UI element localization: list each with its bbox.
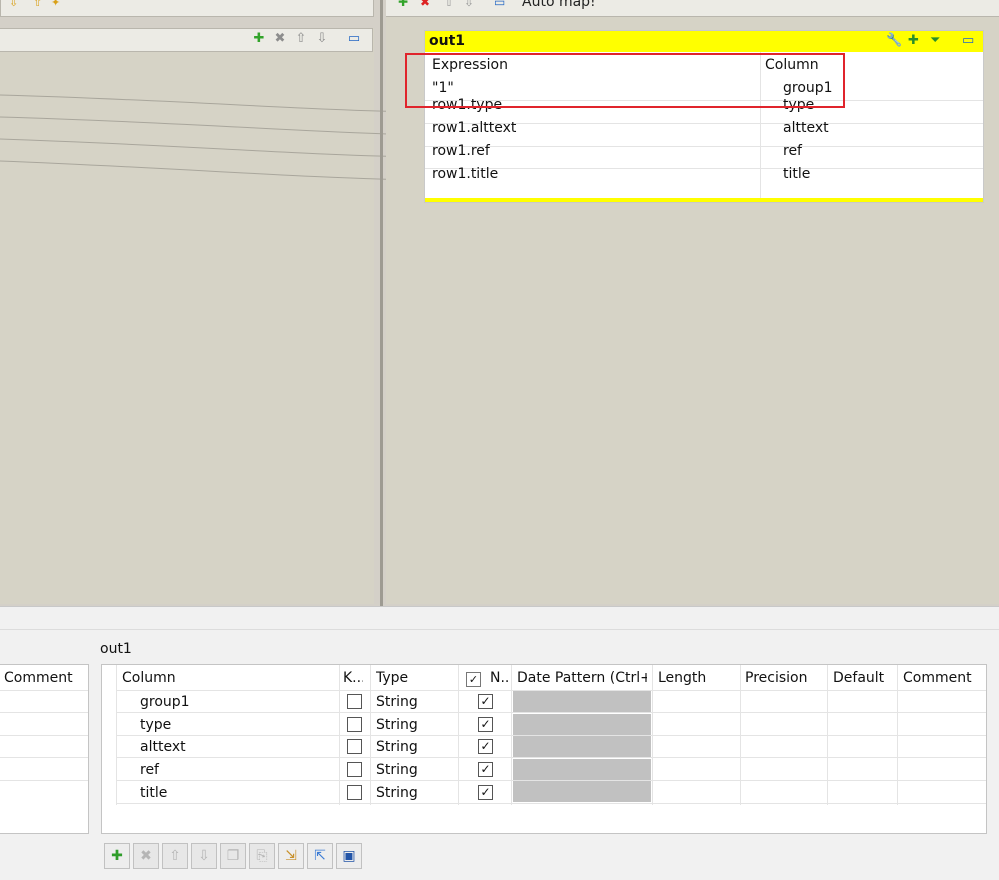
row-divider xyxy=(116,757,986,758)
input-schema-table: Comment xyxy=(0,664,89,834)
date-pattern-cell xyxy=(513,691,651,712)
filter-icon[interactable]: ⏷ xyxy=(930,33,940,49)
expression-cell[interactable]: row1.ref xyxy=(432,143,490,159)
delete-icon[interactable]: ✖ xyxy=(420,0,430,9)
move-down-icon[interactable]: ⇩ xyxy=(464,0,474,9)
add-icon[interactable]: ✚ xyxy=(398,0,408,9)
row-divider xyxy=(0,690,88,691)
mapping-line xyxy=(0,94,421,113)
panel-splitter[interactable] xyxy=(380,0,383,606)
nullable-checkbox[interactable]: ✓ xyxy=(478,739,493,754)
comment-header: Comment xyxy=(4,670,73,686)
output-table-title-bar: out1 🔧 ✚ ⏷ ▭ xyxy=(425,31,983,52)
paste-icon[interactable]: ⎘ xyxy=(249,843,275,869)
key-checkbox[interactable] xyxy=(347,717,362,732)
table-row[interactable]: row1.title title xyxy=(425,166,983,191)
type-cell[interactable]: String xyxy=(376,717,418,733)
schema-title: out1 xyxy=(100,641,132,657)
nullable-checkbox[interactable]: ✓ xyxy=(478,717,493,732)
minimize-icon[interactable]: ▭ xyxy=(962,33,974,49)
move-up-icon[interactable]: ⇧ xyxy=(444,0,454,9)
table-row[interactable]: row1.alttext alttext xyxy=(425,120,983,147)
type-cell[interactable]: String xyxy=(376,739,418,755)
output-table-title: out1 xyxy=(429,33,466,49)
output-table-footer xyxy=(425,198,983,202)
date-pattern-cell xyxy=(513,759,651,780)
row-divider xyxy=(116,712,986,713)
column-name-cell[interactable]: ref xyxy=(140,762,159,778)
column-cell[interactable]: alttext xyxy=(783,120,829,136)
expression-cell[interactable]: row1.alttext xyxy=(432,120,516,136)
type-cell[interactable]: String xyxy=(376,762,418,778)
copy-icon[interactable]: ❐ xyxy=(220,843,246,869)
row-divider xyxy=(0,735,88,736)
add-output-icon[interactable]: ✚ xyxy=(908,33,919,49)
column-name-cell[interactable]: group1 xyxy=(140,694,190,710)
precision-header[interactable]: Precision xyxy=(745,670,807,686)
row-divider xyxy=(0,757,88,758)
mapping-line xyxy=(0,116,421,136)
delete-icon[interactable]: ✖ xyxy=(133,843,159,869)
comment-header[interactable]: Comment xyxy=(903,670,972,686)
auto-map-button[interactable]: Auto map! xyxy=(522,0,596,10)
minimize-icon[interactable]: ▭ xyxy=(494,0,505,9)
key-checkbox[interactable] xyxy=(347,739,362,754)
date-pattern-cell xyxy=(513,714,651,735)
column-name-cell[interactable]: title xyxy=(140,785,167,801)
save-icon[interactable]: ▣ xyxy=(336,843,362,869)
nullable-header-checkbox[interactable]: ✓ xyxy=(466,672,481,687)
export-icon[interactable]: ⇱ xyxy=(307,843,333,869)
wrench-icon[interactable]: 🔧 xyxy=(886,33,902,49)
key-checkbox[interactable] xyxy=(347,762,362,777)
nullable-checkbox[interactable]: ✓ xyxy=(478,762,493,777)
key-header[interactable]: K... xyxy=(343,670,363,686)
column-cell[interactable]: title xyxy=(783,166,810,182)
import-icon[interactable]: ⇲ xyxy=(278,843,304,869)
nullable-checkbox[interactable]: ✓ xyxy=(478,694,493,709)
move-down-icon[interactable]: ⇩ xyxy=(191,843,217,869)
row-divider xyxy=(116,803,986,804)
default-header[interactable]: Default xyxy=(833,670,884,686)
date-pattern-cell xyxy=(513,736,651,757)
expression-cell[interactable]: row1.title xyxy=(432,166,498,182)
date-pattern-cell xyxy=(513,781,651,802)
schema-editor-tabs xyxy=(0,606,999,630)
table-row[interactable]: row1.ref ref xyxy=(425,143,983,169)
row-divider xyxy=(0,712,88,713)
add-icon[interactable]: ✚ xyxy=(104,843,130,869)
nullable-header[interactable]: N... xyxy=(490,670,510,686)
mapping-line xyxy=(0,160,421,181)
type-header[interactable]: Type xyxy=(376,670,408,686)
highlight-annotation xyxy=(405,53,845,108)
key-checkbox[interactable] xyxy=(347,785,362,800)
row-divider xyxy=(0,780,88,781)
nullable-checkbox[interactable]: ✓ xyxy=(478,785,493,800)
mapping-line xyxy=(0,138,421,158)
date-pattern-header[interactable]: Date Pattern (Ctrl+... xyxy=(517,670,647,686)
schema-toolbar: ✚ ✖ ⇧ ⇩ ❐ ⎘ ⇲ ⇱ ▣ xyxy=(104,843,364,869)
output-schema-table: Column K... Type ✓ N... Date Pattern (Ct… xyxy=(101,664,987,834)
type-cell[interactable]: String xyxy=(376,785,418,801)
type-cell[interactable]: String xyxy=(376,694,418,710)
column-name-cell[interactable]: type xyxy=(140,717,171,733)
output-toolbar: ✚ ✖ ⇧ ⇩ ▭ Auto map! xyxy=(386,0,999,17)
move-up-icon[interactable]: ⇧ xyxy=(162,843,188,869)
column-name-cell[interactable]: alttext xyxy=(140,739,186,755)
column-header[interactable]: Column xyxy=(122,670,176,686)
key-checkbox[interactable] xyxy=(347,694,362,709)
column-cell[interactable]: ref xyxy=(783,143,802,159)
length-header[interactable]: Length xyxy=(658,670,706,686)
